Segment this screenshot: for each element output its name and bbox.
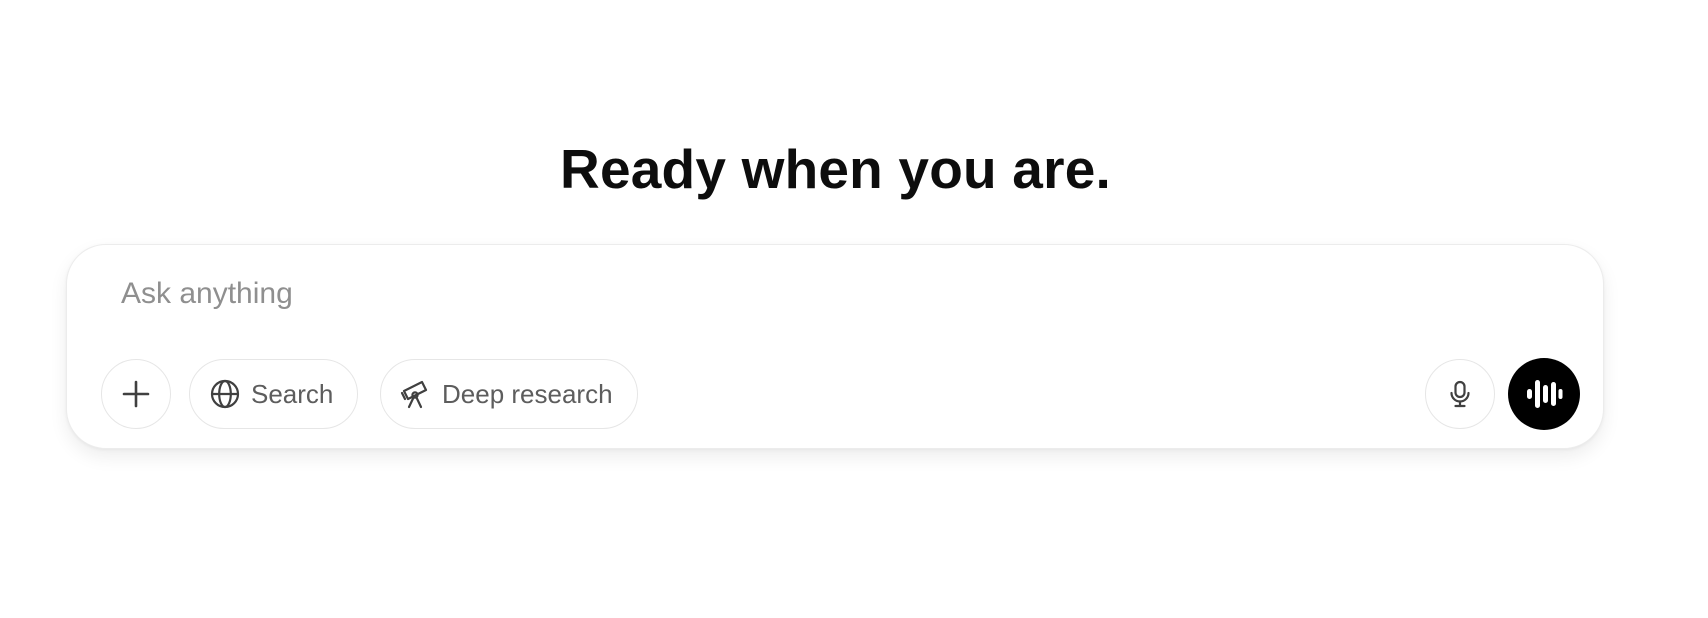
voice-mode-button[interactable] [1508,358,1580,430]
page-title: Ready when you are. [560,138,1111,200]
page: Ready when you are. Search [0,0,1708,618]
voice-waveform-icon [1525,375,1563,413]
dictate-button[interactable] [1425,359,1495,429]
prompt-input[interactable] [121,271,1501,317]
add-attachment-button[interactable] [101,359,171,429]
deep-research-button-label: Deep research [442,378,613,409]
search-button[interactable]: Search [189,359,359,429]
globe-icon [209,378,241,410]
plus-icon [121,379,151,409]
search-button-label: Search [251,378,334,409]
deep-research-button[interactable]: Deep research [380,359,638,429]
telescope-icon [400,378,432,410]
prompt-composer: Search Deep research [66,244,1604,449]
microphone-icon [1445,379,1475,409]
